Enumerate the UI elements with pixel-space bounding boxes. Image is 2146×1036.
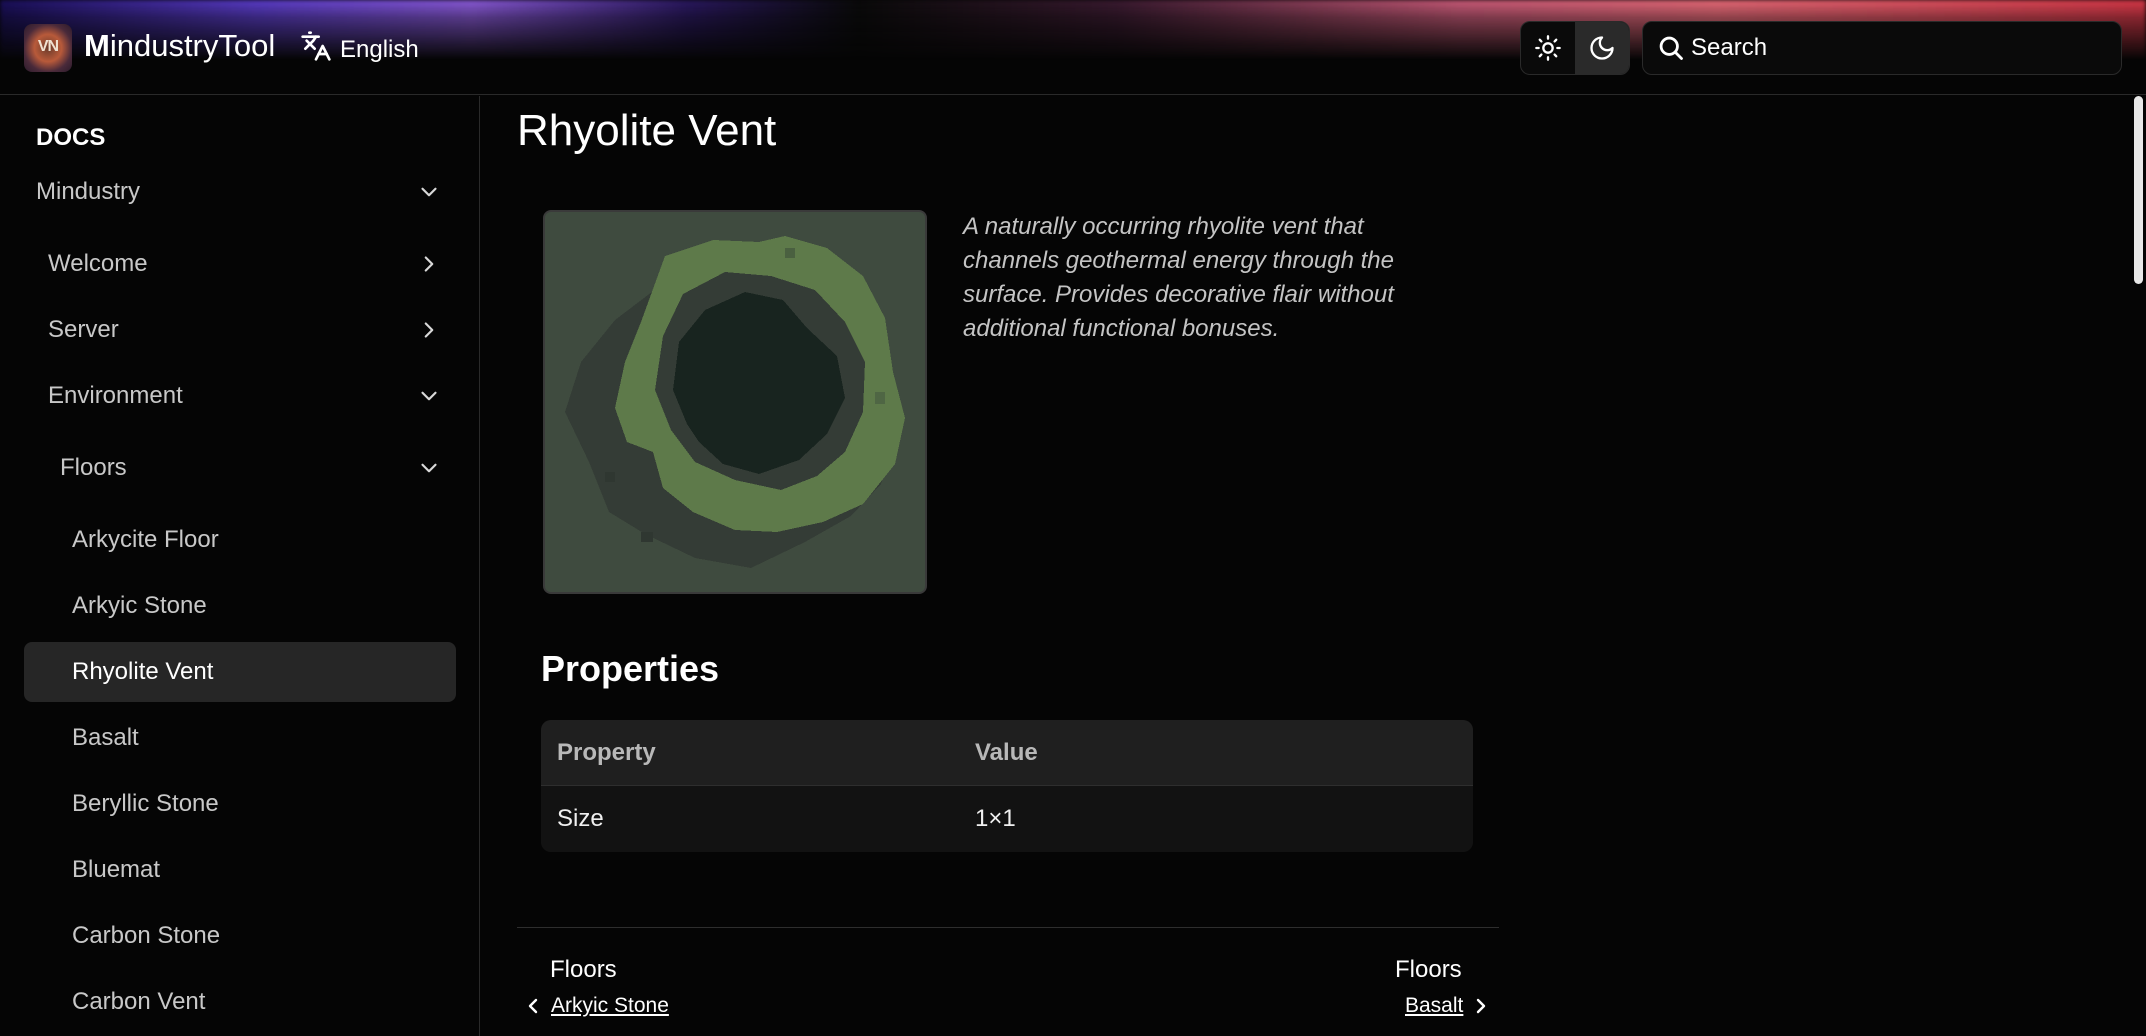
sidebar-group-welcome[interactable]: Welcome — [48, 250, 442, 278]
sidebar-item-rhyolite-vent[interactable]: Rhyolite Vent — [24, 642, 456, 702]
chevron-down-icon — [421, 187, 437, 197]
sidebar-group-floors[interactable]: Floors — [60, 454, 442, 482]
sidebar-group-label: Welcome — [48, 250, 148, 277]
chevron-right-icon — [424, 256, 434, 272]
sidebar-group-label: Server — [48, 316, 119, 343]
sidebar-item-label: Arkycite Floor — [72, 526, 219, 553]
table-cell-property: Size — [557, 805, 604, 832]
pager-prev-section: Floors — [550, 956, 617, 983]
page-title: Rhyolite Vent — [517, 106, 777, 155]
translate-icon — [300, 30, 332, 69]
rhyolite-vent-image — [543, 210, 927, 594]
sidebar-item-beryllic-stone[interactable]: Beryllic Stone — [24, 774, 456, 834]
pager-next-section: Floors — [1395, 956, 1462, 983]
block-description: A naturally occurring rhyolite vent that… — [963, 213, 1394, 342]
sidebar-item-label: Rhyolite Vent — [72, 658, 214, 685]
language-switcher[interactable]: English — [300, 30, 419, 69]
pager-divider — [517, 927, 1499, 928]
main-content: Rhyolite Vent A naturally occurring rhyo… — [481, 96, 2126, 1036]
moon-icon — [1590, 36, 1614, 60]
top-header: VN MindustryTool English — [0, 0, 2146, 95]
properties-table: Property Value Size 1×1 — [541, 720, 1473, 852]
sidebar-item-carbon-stone[interactable]: Carbon Stone — [24, 906, 456, 966]
sidebar-group-server[interactable]: Server — [48, 316, 442, 344]
sidebar-item-label: Beryllic Stone — [72, 790, 219, 817]
chevron-down-icon — [421, 463, 437, 473]
page-scrollbar[interactable] — [2133, 96, 2143, 1036]
language-label: English — [340, 35, 419, 63]
site-logo[interactable]: VN — [24, 24, 72, 72]
table-header-value: Value — [975, 738, 1038, 766]
chevron-right-icon — [424, 322, 434, 338]
brand-rest: industryTool — [109, 28, 276, 63]
light-theme-button[interactable] — [1521, 22, 1575, 74]
sidebar-item-label: Arkyic Stone — [72, 592, 207, 619]
pager-next-link[interactable]: Basalt — [1405, 994, 1493, 1018]
sidebar-item-bluemat[interactable]: Bluemat — [24, 840, 456, 900]
pager-prev-title[interactable]: Arkyic Stone — [551, 994, 669, 1018]
chevron-right-icon — [1477, 998, 1486, 1014]
sidebar-item-label: Carbon Vent — [72, 988, 206, 1015]
search-box[interactable] — [1642, 21, 2122, 75]
sidebar-group-mindustry[interactable]: Mindustry — [36, 178, 442, 206]
sidebar-item-label: Basalt — [72, 724, 139, 751]
logo-text: VN — [37, 38, 59, 55]
sidebar-item-label: Bluemat — [72, 856, 161, 883]
sidebar-item-label: Carbon Stone — [72, 922, 221, 949]
search-input[interactable] — [1691, 34, 2111, 62]
docs-section-label: DOCS — [36, 124, 106, 151]
scrollbar-thumb[interactable] — [2134, 96, 2143, 284]
brand-name[interactable]: MindustryTool — [84, 28, 275, 64]
brand-first-letter: M — [84, 28, 110, 63]
search-icon — [1659, 36, 1683, 60]
sidebar-group-label: Environment — [48, 382, 183, 409]
docs-sidebar: DOCS Mindustry Welcome Server Environmen… — [0, 96, 480, 1036]
sun-icon — [1535, 35, 1561, 61]
table-header-row: Property Value — [541, 720, 1473, 786]
chevron-down-icon — [421, 391, 437, 401]
sidebar-group-label: Mindustry — [36, 178, 141, 205]
sidebar-item-arkycite-floor[interactable]: Arkycite Floor — [24, 510, 456, 570]
table-cell-value: 1×1 — [975, 805, 1016, 832]
table-row: Size 1×1 — [541, 786, 1473, 852]
dark-theme-button[interactable] — [1575, 22, 1629, 74]
sidebar-group-label: Floors — [60, 454, 127, 481]
table-header-property: Property — [557, 738, 656, 766]
properties-heading: Properties — [541, 648, 720, 689]
pager-next-title[interactable]: Basalt — [1405, 994, 1463, 1018]
sidebar-item-carbon-vent[interactable]: Carbon Vent — [24, 972, 456, 1032]
sidebar-group-environment[interactable]: Environment — [48, 382, 442, 410]
chevron-left-icon — [528, 998, 538, 1014]
sidebar-item-basalt[interactable]: Basalt — [24, 708, 456, 768]
theme-toggle[interactable] — [1520, 21, 1630, 75]
pager-prev-link[interactable]: Arkyic Stone — [521, 994, 669, 1018]
sidebar-item-arkyic-stone[interactable]: Arkyic Stone — [24, 576, 456, 636]
